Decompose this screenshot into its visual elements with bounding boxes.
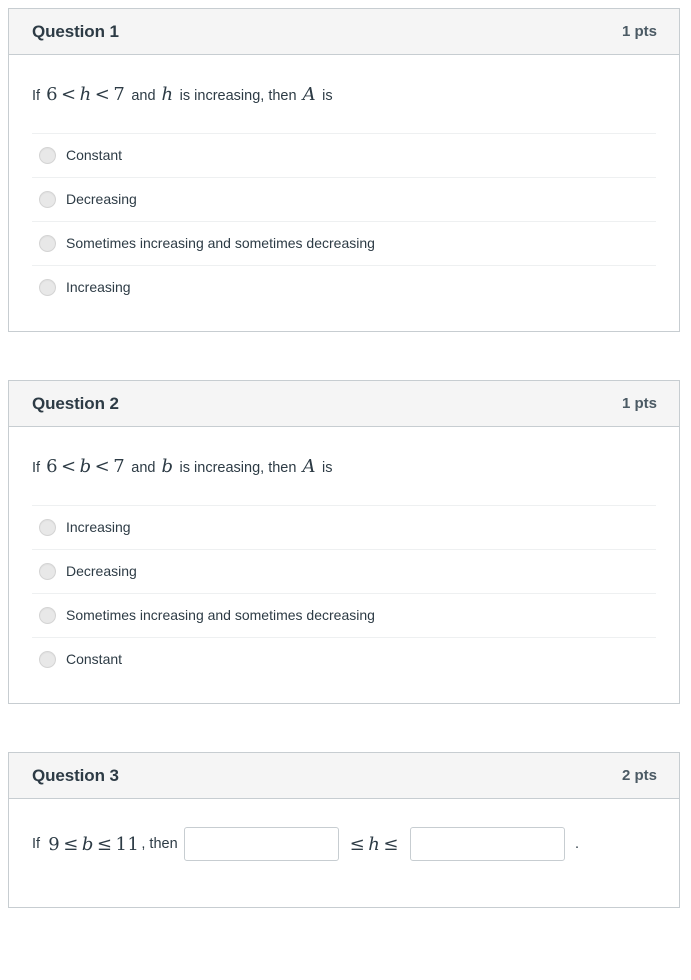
fib-then-text: , then <box>141 836 178 852</box>
math-op1-1: < <box>61 84 77 105</box>
math-var3-2: A <box>302 456 316 477</box>
question-card-2: Question 2 1 pts If 6 < b <7 and b is incre… <box>8 380 680 704</box>
math-mid-op1-3: ≤ <box>349 833 366 855</box>
fib-answer-input-2[interactable] <box>409 827 565 861</box>
radio-button-icon[interactable] <box>39 607 56 624</box>
question-body-2: If 6 < b <7 and b is increasing, then A is … <box>9 427 679 703</box>
math-left-1: 6 <box>46 84 59 105</box>
answer-label: Sometimes increasing and sometimes decre… <box>66 607 375 624</box>
math-mid-op2-3: ≤ <box>383 833 399 855</box>
radio-button-icon[interactable] <box>39 279 56 296</box>
prompt-mid-1: and <box>131 88 156 104</box>
math-var-3: b <box>81 833 94 855</box>
radio-button-icon[interactable] <box>39 235 56 252</box>
question-title-3: Question 3 <box>32 765 119 785</box>
fib-period: . <box>574 836 579 852</box>
question-title-1: Question 1 <box>32 21 119 41</box>
answer-row[interactable]: Constant <box>32 133 656 177</box>
answer-row[interactable]: Decreasing <box>32 549 656 593</box>
answer-label: Constant <box>66 651 123 668</box>
math-op2-3: ≤ <box>96 833 113 855</box>
math-inequality-3: 9 ≤ b ≤11 <box>40 834 141 855</box>
question-prompt-2: If 6 < b <7 and b is increasing, then A is <box>32 453 656 480</box>
math-inequality-1: 6 < h <7 <box>44 84 127 105</box>
math-var-2: b <box>79 456 92 477</box>
question-points-2: 1 pts <box>621 395 657 412</box>
answer-row[interactable]: Constant <box>32 637 656 681</box>
math-right-3: 11 <box>115 833 140 855</box>
math-right-2: 7 <box>113 456 126 477</box>
math-left-2: 6 <box>46 456 59 477</box>
prompt-lead-1: If <box>32 88 41 104</box>
math-var3-1: A <box>302 84 317 105</box>
math-op2-1: < <box>94 84 111 105</box>
question-card-3: Question 3 2 pts If 9 ≤ b ≤11 , then ≤ h ≤ . <box>8 752 680 908</box>
answer-label: Sometimes increasing and sometimes decre… <box>66 235 375 252</box>
answer-row[interactable]: Sometimes increasing and sometimes decre… <box>32 593 656 637</box>
radio-button-icon[interactable] <box>39 147 56 164</box>
answer-row[interactable]: Increasing <box>32 265 656 309</box>
math-right-1: 7 <box>113 84 126 105</box>
math-var-1: h <box>79 84 92 105</box>
answer-label: Constant <box>66 147 123 164</box>
radio-button-icon[interactable] <box>39 519 56 536</box>
math-inequality-2: 6 < b <7 <box>44 456 127 477</box>
question-points-3: 2 pts <box>621 767 657 784</box>
question-body-1: If 6 < h <7 and h is increasing, then A is … <box>9 55 679 331</box>
math-middle-3: ≤ h ≤ <box>345 834 404 855</box>
math-left-3: 9 <box>48 833 61 855</box>
question-prompt-1: If 6 < h <7 and h is increasing, then A is <box>32 81 656 108</box>
question-header-1: Question 1 1 pts <box>9 9 679 55</box>
math-op1-2: < <box>61 456 77 477</box>
question-header-2: Question 2 1 pts <box>9 381 679 427</box>
answer-label: Decreasing <box>66 191 137 208</box>
math-var2-1: h <box>161 84 174 105</box>
answer-row[interactable]: Sometimes increasing and sometimes decre… <box>32 221 656 265</box>
math-mid-var-3: h <box>368 833 381 855</box>
question-body-3: If 9 ≤ b ≤11 , then ≤ h ≤ . <box>9 799 679 907</box>
math-var2-2: b <box>161 456 174 477</box>
answer-row[interactable]: Increasing <box>32 505 656 549</box>
question-title-2: Question 2 <box>32 393 119 413</box>
math-op2-2: < <box>94 456 111 477</box>
quiz-questions-list: Question 1 1 pts If 6 < h <7 and h is incre… <box>0 0 691 908</box>
answer-label: Increasing <box>66 519 131 536</box>
question-header-3: Question 3 2 pts <box>9 753 679 799</box>
question-points-1: 1 pts <box>621 23 657 40</box>
answer-list-2: Increasing Decreasing Sometimes increasi… <box>32 505 656 703</box>
prompt-lead-2: If <box>32 460 41 476</box>
answer-label: Increasing <box>66 279 131 296</box>
answer-list-1: Constant Decreasing Sometimes increasing… <box>32 133 656 331</box>
radio-button-icon[interactable] <box>39 651 56 668</box>
prompt-tail-2: is <box>321 460 333 476</box>
math-op1-3: ≤ <box>63 833 79 855</box>
question-card-1: Question 1 1 pts If 6 < h <7 and h is incre… <box>8 8 680 332</box>
answer-label: Decreasing <box>66 563 137 580</box>
fib-lead: If <box>32 836 41 852</box>
fib-answer-input-1[interactable] <box>183 827 339 861</box>
answer-row[interactable]: Decreasing <box>32 177 656 221</box>
radio-button-icon[interactable] <box>39 191 56 208</box>
prompt-mid2-1: is increasing, then <box>179 88 297 104</box>
prompt-tail-1: is <box>322 88 333 104</box>
prompt-mid-2: and <box>131 460 156 476</box>
prompt-mid2-2: is increasing, then <box>179 460 297 476</box>
radio-button-icon[interactable] <box>39 563 56 580</box>
